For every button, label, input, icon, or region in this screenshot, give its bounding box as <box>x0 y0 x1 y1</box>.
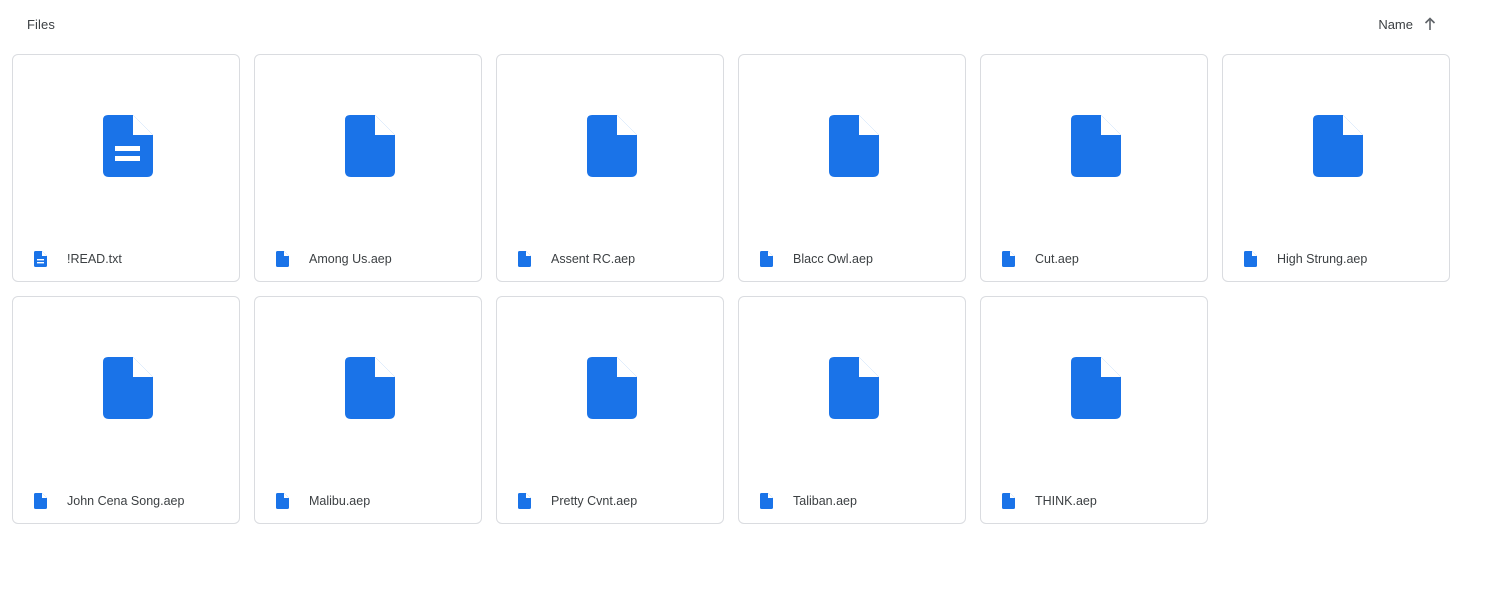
file-small-icon <box>518 493 531 509</box>
file-card[interactable]: Cut.aep <box>980 54 1208 282</box>
file-name: Assent RC.aep <box>551 252 636 266</box>
document-small-icon <box>34 251 47 267</box>
file-icon <box>345 357 395 419</box>
file-small-icon <box>276 493 289 509</box>
arrow-up-icon <box>1422 16 1438 32</box>
file-icon <box>345 115 395 177</box>
file-name: Taliban.aep <box>793 494 857 508</box>
sort-label: Name <box>1378 16 1413 32</box>
sort-by-name-button[interactable]: Name <box>1378 13 1438 35</box>
document-icon <box>103 115 153 177</box>
file-name: Malibu.aep <box>309 494 371 508</box>
files-header: Files Name <box>0 0 1500 48</box>
file-card[interactable]: !READ.txt <box>12 54 240 282</box>
file-small-icon <box>1002 493 1015 509</box>
section-title: Files <box>27 17 55 32</box>
file-icon <box>103 357 153 419</box>
file-name: !READ.txt <box>67 252 122 266</box>
file-icon <box>587 357 637 419</box>
file-icon <box>1071 357 1121 419</box>
file-small-icon <box>34 493 47 509</box>
file-icon <box>829 115 879 177</box>
file-icon <box>829 357 879 419</box>
file-small-icon <box>760 251 773 267</box>
file-name: THINK.aep <box>1035 494 1097 508</box>
file-name: High Strung.aep <box>1277 252 1368 266</box>
file-card[interactable]: Blacc Owl.aep <box>738 54 966 282</box>
file-icon <box>587 115 637 177</box>
file-card[interactable]: THINK.aep <box>980 296 1208 524</box>
file-card[interactable]: Among Us.aep <box>254 54 482 282</box>
file-card[interactable]: Pretty Cvnt.aep <box>496 296 724 524</box>
file-small-icon <box>1002 251 1015 267</box>
file-icon <box>1071 115 1121 177</box>
file-grid: !READ.txt Among Us.aep Assent RC.aep Bla… <box>12 54 1450 524</box>
file-icon <box>1313 115 1363 177</box>
file-name: John Cena Song.aep <box>67 494 185 508</box>
file-small-icon <box>276 251 289 267</box>
file-card[interactable]: John Cena Song.aep <box>12 296 240 524</box>
file-name: Pretty Cvnt.aep <box>551 494 638 508</box>
file-small-icon <box>760 493 773 509</box>
file-card[interactable]: High Strung.aep <box>1222 54 1450 282</box>
file-card[interactable]: Taliban.aep <box>738 296 966 524</box>
file-small-icon <box>1244 251 1257 267</box>
file-card[interactable]: Malibu.aep <box>254 296 482 524</box>
file-name: Cut.aep <box>1035 252 1079 266</box>
file-small-icon <box>518 251 531 267</box>
file-name: Blacc Owl.aep <box>793 252 873 266</box>
file-card[interactable]: Assent RC.aep <box>496 54 724 282</box>
file-name: Among Us.aep <box>309 252 392 266</box>
